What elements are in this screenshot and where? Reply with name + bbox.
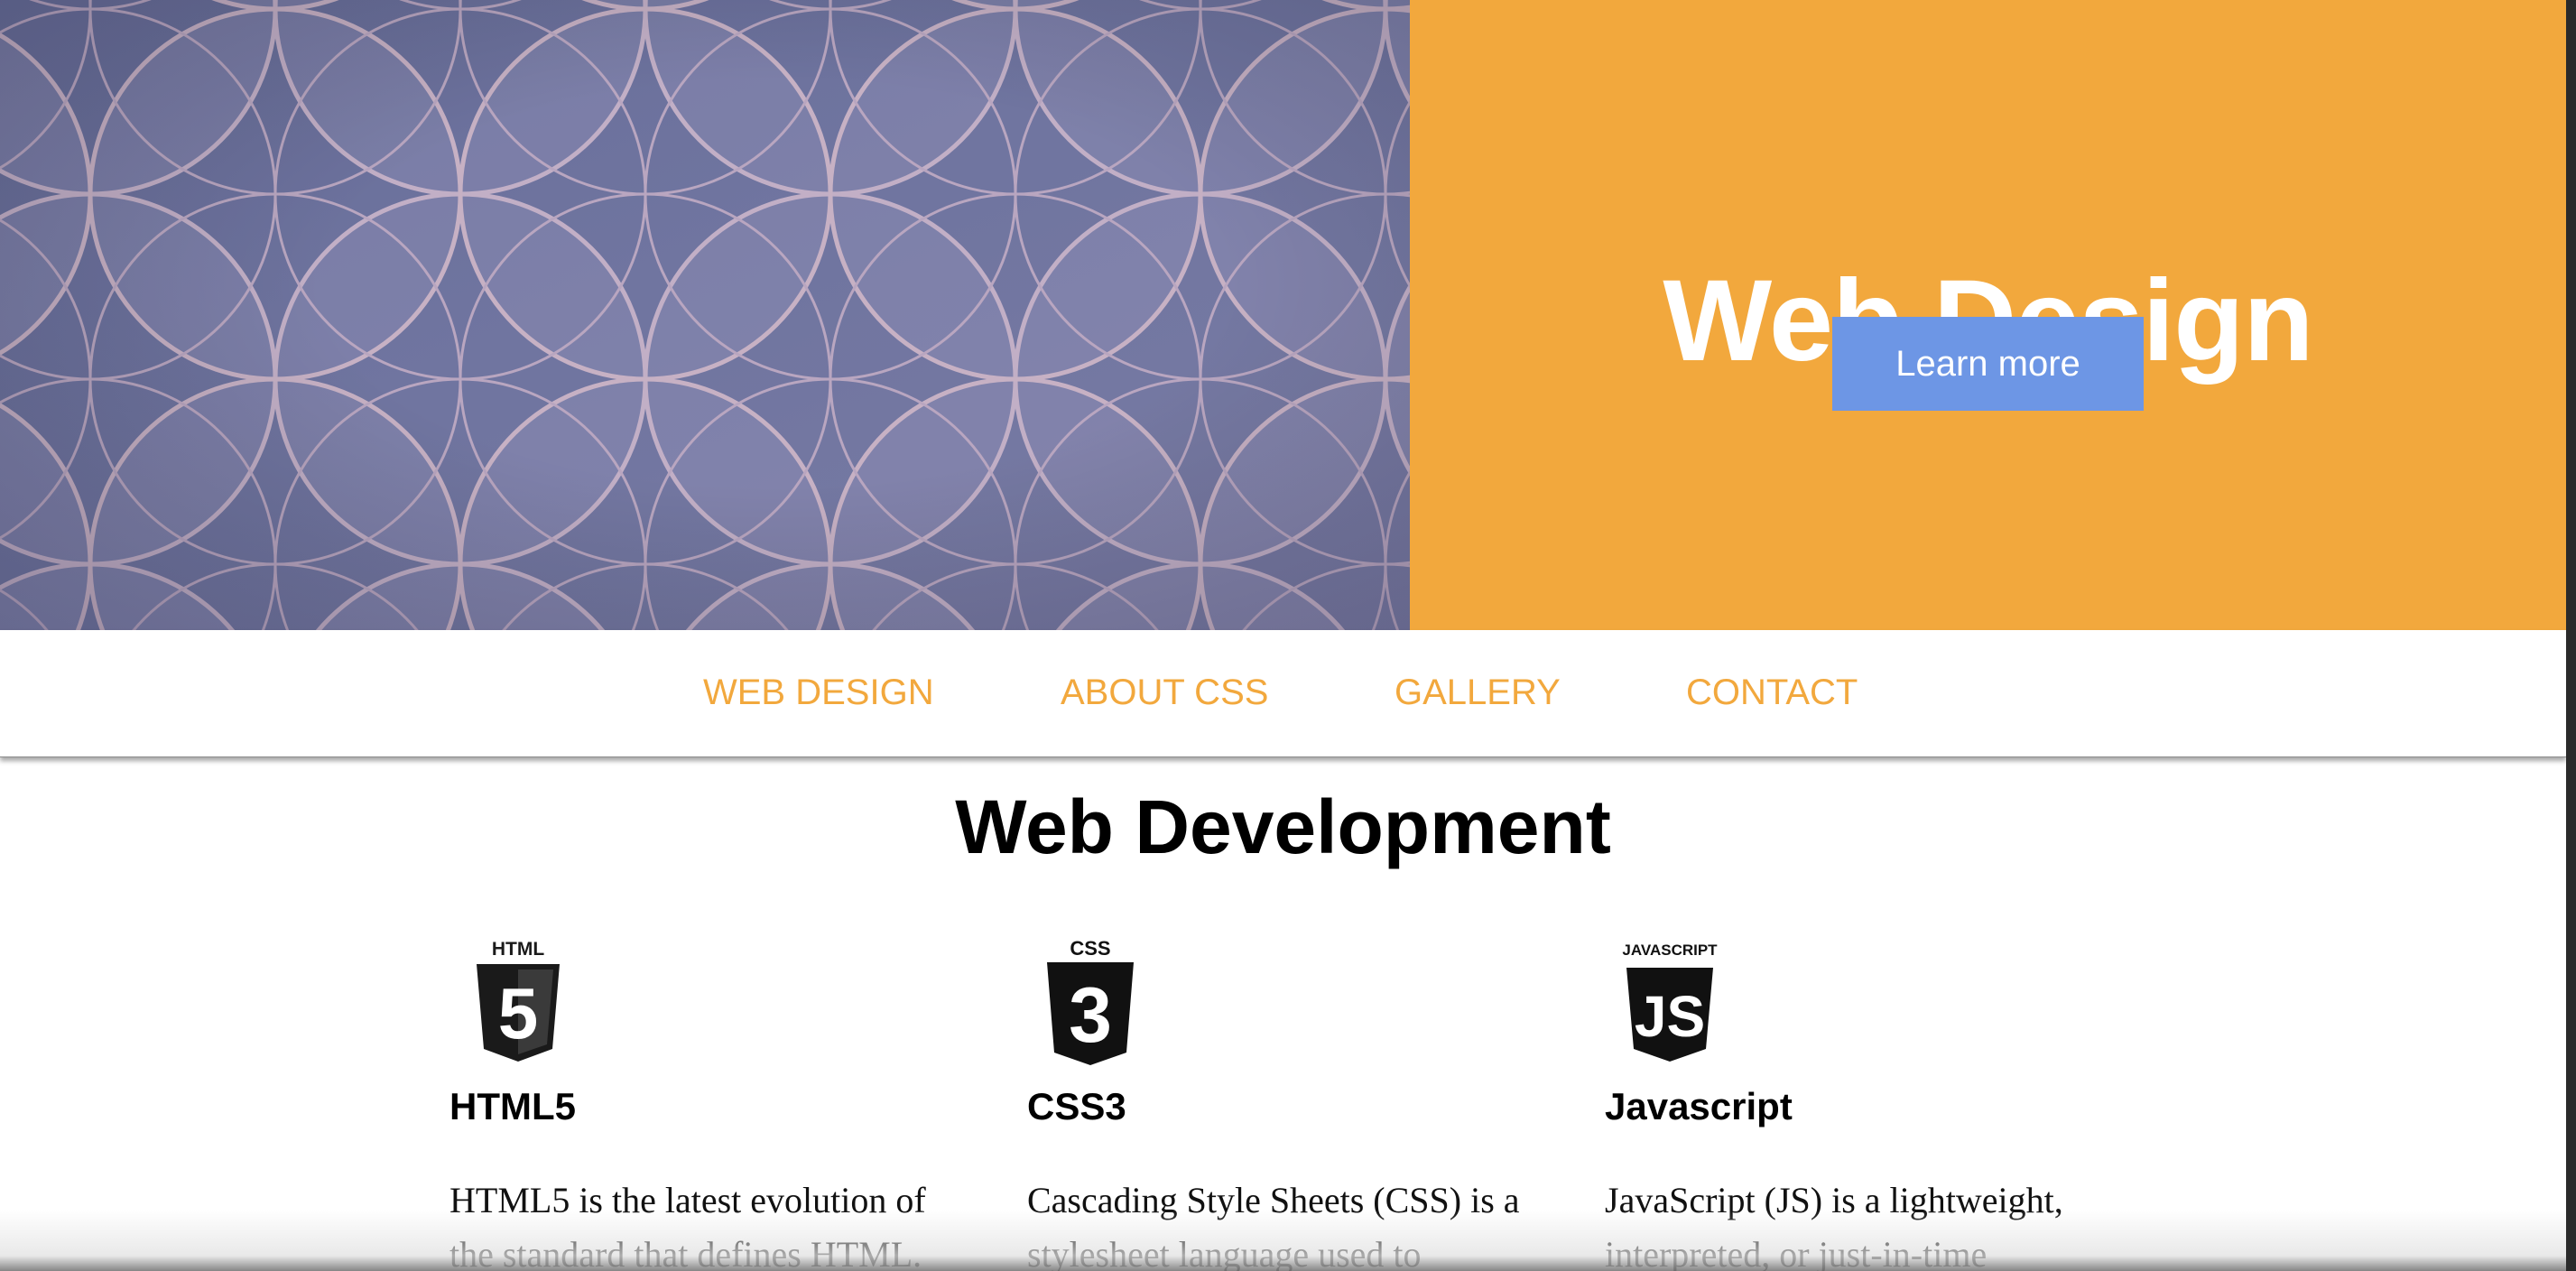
javascript-logo-number: JS <box>1635 984 1705 1049</box>
learn-more-button[interactable]: Learn more <box>1832 317 2144 411</box>
javascript-logo-caption: JAVASCRIPT <box>1622 942 1718 959</box>
page: Web Design Learn more WEB DESIGN ABOUT C… <box>0 0 2576 1271</box>
html5-shield-icon: HTML 5 <box>477 939 560 1062</box>
nav-link-about-css[interactable]: ABOUT CSS <box>1061 670 1268 715</box>
card-heading: Javascript <box>1605 1085 1793 1127</box>
html5-logo-caption: HTML <box>492 939 544 960</box>
html5-logo-number: 5 <box>498 973 539 1053</box>
hero-section: Web Design Learn more <box>0 0 2566 630</box>
css3-logo-caption: CSS <box>1070 937 1110 960</box>
javascript-shield-icon: JAVASCRIPT JS <box>1622 942 1718 1062</box>
card-heading: CSS3 <box>1027 1085 1126 1127</box>
main-nav: WEB DESIGN ABOUT CSS GALLERY CONTACT <box>0 630 2566 757</box>
nav-link-contact[interactable]: CONTACT <box>1686 670 1858 715</box>
css3-logo-number: 3 <box>1069 972 1112 1059</box>
nav-link-web-design[interactable]: WEB DESIGN <box>703 670 934 715</box>
nav-link-gallery[interactable]: GALLERY <box>1395 670 1561 715</box>
hero-title-panel: Web Design Learn more <box>1410 0 2566 630</box>
bottom-scroll-shadow <box>0 1210 2566 1271</box>
section-title: Web Development <box>955 784 1611 869</box>
card-heading: HTML5 <box>449 1085 576 1127</box>
window-edge <box>2566 0 2576 1271</box>
hero-pattern-image <box>0 0 1410 630</box>
circle-pattern-graphic <box>0 0 1410 630</box>
css3-shield-icon: CSS 3 <box>1047 937 1134 1065</box>
